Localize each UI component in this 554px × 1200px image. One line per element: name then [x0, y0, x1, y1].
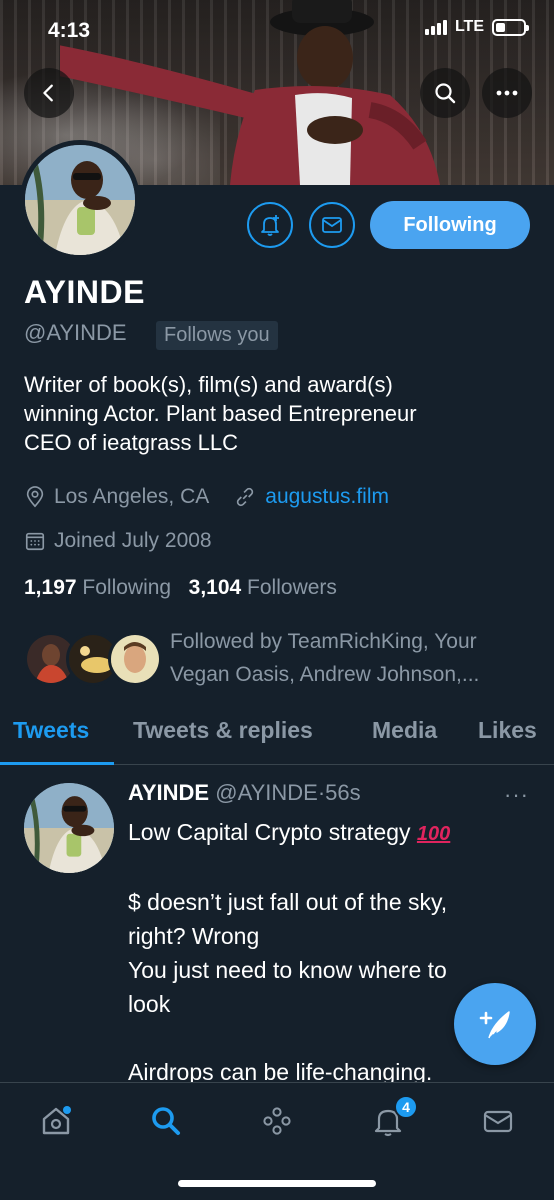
search-button[interactable]	[420, 68, 470, 118]
avatar-photo	[24, 783, 114, 873]
nav-spaces[interactable]	[257, 1101, 297, 1141]
notification-count-badge: 4	[394, 1095, 418, 1119]
nav-messages[interactable]	[478, 1101, 518, 1141]
profile-handle: @AYINDE	[24, 320, 127, 345]
spaces-icon	[263, 1107, 291, 1135]
active-tab-indicator	[0, 762, 114, 765]
bio-line: Writer of book(s), film(s) and award(s)	[24, 372, 393, 397]
tab-tweets[interactable]: Tweets	[13, 717, 89, 744]
followed-by-line: Followed by TeamRichKing, Your	[170, 630, 477, 653]
compose-tweet-button[interactable]	[454, 983, 536, 1065]
calendar-icon	[25, 532, 45, 551]
followers-label: Followers	[247, 576, 337, 599]
nav-search[interactable]	[146, 1101, 186, 1141]
followers-count: 3,104	[188, 576, 242, 599]
following-label: Following	[82, 576, 172, 599]
avatar	[108, 632, 162, 686]
following-count: 1,197	[24, 576, 77, 599]
home-indicator[interactable]	[178, 1180, 376, 1187]
location-pin-icon	[26, 486, 44, 508]
following-count-link[interactable]: 1,197 Following	[24, 576, 171, 599]
followed-by-avatars[interactable]	[24, 632, 162, 686]
tweet-header: AYINDE @AYINDE·56s	[128, 780, 361, 806]
profile-name: AYINDE	[24, 274, 145, 310]
bio-line: CEO of ieatgrass LLC	[24, 430, 238, 455]
profile-website-link[interactable]: augustus.film	[265, 485, 389, 509]
tweet-time: 56s	[325, 780, 361, 805]
bio-line: winning Actor. Plant based Entrepreneur	[24, 401, 417, 426]
profile-location: Los Angeles, CA	[54, 485, 210, 508]
link-icon	[237, 487, 254, 507]
profile-bio: Writer of book(s), film(s) and award(s) …	[24, 370, 534, 457]
search-icon	[152, 1107, 180, 1135]
envelope-icon	[322, 217, 342, 233]
more-button[interactable]	[482, 68, 532, 118]
status-indicators: LTE	[424, 18, 529, 36]
message-button[interactable]	[309, 202, 355, 248]
battery-icon	[492, 18, 529, 36]
feather-plus-icon	[479, 1011, 510, 1039]
followed-by-text[interactable]: Followed by TeamRichKing, Your Vegan Oas…	[170, 625, 530, 691]
profile-tabs: Tweets Tweets & replies Media Likes	[0, 705, 554, 765]
bell-plus-icon	[261, 215, 279, 236]
envelope-icon	[483, 1110, 513, 1133]
tweet-line	[128, 851, 528, 885]
hundred-points-emoji: 100	[416, 823, 451, 845]
tweet-line: Low Capital Crypto strategy	[128, 819, 411, 845]
avatar-photo	[25, 145, 135, 255]
home-icon	[42, 1106, 71, 1135]
profile-meta-row: Los Angeles, CA augustus.film	[24, 485, 389, 509]
following-button[interactable]: Following	[370, 201, 530, 249]
nav-home[interactable]	[36, 1101, 76, 1141]
follow-counts: 1,197 Following 3,104 Followers	[24, 576, 337, 600]
tweet-author-name[interactable]: AYINDE	[128, 780, 209, 805]
more-horizontal-icon	[496, 90, 518, 96]
tweet-line: right? Wrong	[128, 923, 260, 949]
profile-joined: Joined July 2008	[54, 529, 212, 552]
search-icon	[435, 83, 456, 104]
notifications-toggle-button[interactable]	[247, 202, 293, 248]
profile-avatar[interactable]	[20, 140, 140, 260]
chevron-left-icon	[43, 84, 53, 102]
joined-row: Joined July 2008	[24, 529, 212, 553]
tweet-author-handle: @AYINDE	[215, 780, 318, 805]
tweet-more-button[interactable]: ···	[504, 782, 529, 808]
tab-tweets-and-replies[interactable]: Tweets & replies	[133, 717, 313, 744]
status-time: 4:13	[48, 19, 91, 42]
tab-likes[interactable]: Likes	[478, 717, 537, 744]
tweet-line: $ doesn’t just fall out of the sky,	[128, 889, 448, 915]
back-button[interactable]	[24, 68, 74, 118]
network-label: LTE	[454, 18, 484, 35]
tweet-avatar[interactable]	[24, 783, 114, 873]
tab-media[interactable]: Media	[372, 717, 437, 744]
signal-icon	[424, 19, 447, 35]
followers-count-link[interactable]: 3,104 Followers	[189, 576, 337, 599]
follows-you-badge: Follows you	[156, 321, 278, 350]
followed-by-line: Vegan Oasis, Andrew Johnson,...	[170, 663, 480, 686]
tweet-line: You just need to know where to	[128, 957, 447, 983]
